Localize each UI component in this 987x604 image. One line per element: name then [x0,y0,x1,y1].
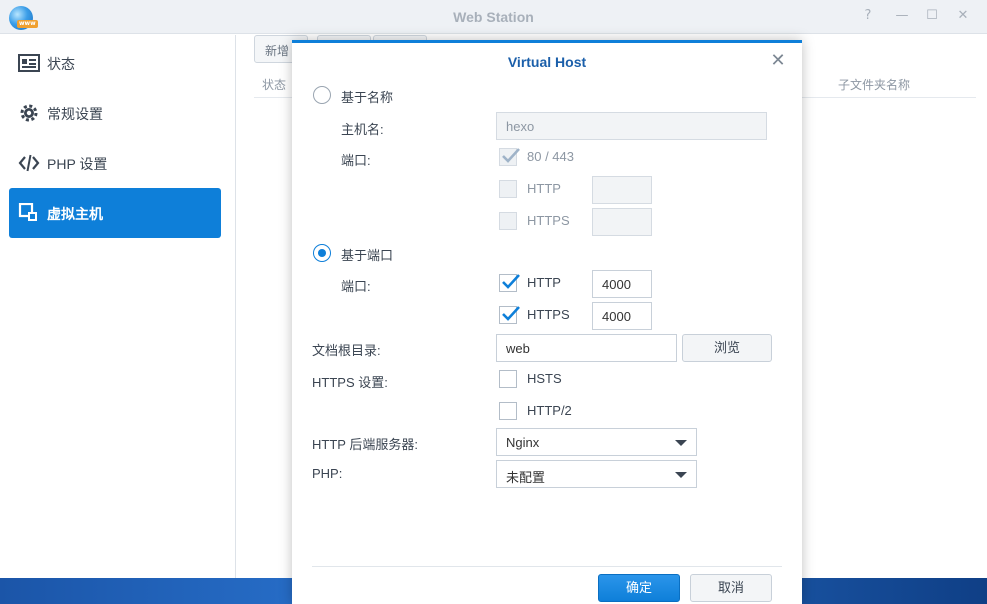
gear-icon [20,104,38,122]
sidebar-item-label: 常规设置 [47,106,103,122]
http-label: HTTP [527,275,561,290]
checkmark-icon [502,306,520,321]
ok-button[interactable]: 确定 [598,574,680,602]
sidebar-item-php-settings[interactable]: PHP 设置 [9,138,221,188]
cancel-button[interactable]: 取消 [690,574,772,602]
hsts-label: HSTS [527,371,562,386]
name-https-label: HTTPS [527,213,570,228]
close-icon[interactable]: ✕ [955,8,971,24]
name-port-label: 端口: [341,153,371,168]
port-based-radio[interactable] [313,244,331,262]
doc-root-input[interactable]: web [496,334,677,362]
hostname-label: 主机名: [341,122,384,137]
doc-root-label: 文档根目录: [312,343,381,358]
chevron-down-icon [675,440,687,446]
virtual-host-icon [18,203,37,221]
sidebar-item-label: 虚拟主机 [47,206,103,222]
chevron-down-icon [675,472,687,478]
name-http-label: HTTP [527,181,561,196]
php-select-value: 未配置 [506,470,546,485]
https-settings-label: HTTPS 设置: [312,375,388,390]
checkmark-icon [502,274,520,289]
https-checkbox[interactable] [499,306,520,324]
minimize-icon[interactable]: — [894,8,910,24]
php-select[interactable]: 未配置 [496,460,697,488]
php-label: PHP: [312,466,343,481]
sidebar-item-label: PHP 设置 [47,156,108,172]
http-checkbox[interactable] [499,274,520,292]
default-port-label: 80 / 443 [527,149,574,164]
default-port-checkbox[interactable] [499,148,520,166]
maximize-icon[interactable]: ☐ [924,8,940,24]
http-port-input[interactable]: 4000 [592,270,652,298]
column-status[interactable]: 状态 [262,76,286,93]
name-http-checkbox[interactable] [499,180,517,198]
window-title: Web Station [453,9,534,25]
port-based-label: 基于端口 [341,248,394,263]
code-icon [18,154,40,172]
backend-select[interactable]: Nginx [496,428,697,456]
hsts-checkbox[interactable] [499,370,517,388]
backend-select-value: Nginx [506,435,540,450]
help-icon[interactable]: ? [860,8,876,24]
https-port-input[interactable]: 4000 [592,302,652,330]
footer-divider [312,566,782,567]
port-label: 端口: [341,279,371,294]
sidebar-item-label: 状态 [47,56,75,72]
name-http-port-input[interactable] [592,176,652,204]
sidebar-item-general-settings[interactable]: 常规设置 [9,88,221,138]
browse-button[interactable]: 浏览 [682,334,772,362]
window-titlebar: www Web Station ? — ☐ ✕ [0,0,987,34]
http2-checkbox[interactable] [499,402,517,420]
sidebar: 状态 常规设置 PHP 设置 虚拟主机 [0,35,236,578]
sidebar-item-status[interactable]: 状态 [9,38,221,88]
name-based-radio[interactable] [313,86,331,104]
column-subfolder[interactable]: 子文件夹名称 [838,76,910,93]
dialog-close-icon[interactable]: ✕ [768,51,788,71]
hostname-input[interactable]: hexo [496,112,767,140]
checkmark-icon [502,148,520,163]
sidebar-item-virtual-host[interactable]: 虚拟主机 [9,188,221,238]
http2-label: HTTP/2 [527,403,572,418]
virtual-host-dialog: Virtual Host ✕ 基于名称 主机名: hexo 端口: 80 / 4… [292,40,802,604]
name-https-port-input[interactable] [592,208,652,236]
status-card-icon [18,54,40,72]
backend-label: HTTP 后端服务器: [312,437,418,452]
https-label: HTTPS [527,307,570,322]
dialog-title: Virtual Host [507,54,587,70]
name-https-checkbox[interactable] [499,212,517,230]
name-based-label: 基于名称 [341,90,394,105]
